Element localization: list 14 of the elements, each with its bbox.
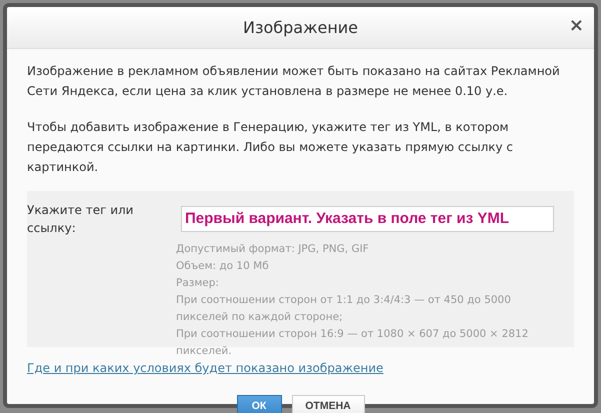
- cancel-button[interactable]: ОТМЕНА: [292, 395, 364, 413]
- hint-text: Объем: до 10 Мб: [176, 259, 270, 274]
- hint-text: Размер:: [176, 276, 220, 291]
- field-label: Укажите тег или ссылку:: [27, 202, 134, 237]
- input-field[interactable]: Первый вариант. Указать в поле тег из YML: [181, 206, 554, 232]
- ok-button[interactable]: ОК: [236, 395, 282, 413]
- close-button[interactable]: ×: [568, 17, 584, 35]
- hint-text: При соотношении сторон 16:9 — от 1080 × 607 до 5000 × 2812 пикселей.: [176, 327, 530, 359]
- paragraph: Чтобы добавить изображение в Генерацию, укажите тег из YML, в котором передаются ссылки на картинки. Либо вы можете указать прямую ссылку с картинкой.: [27, 119, 514, 176]
- hint-text: При соотношении сторон от 1:1 до 3:4/4:3 — от 450 до 5000 пикселей по каждой стороне;: [176, 293, 512, 325]
- paragraph: Изображение в рекламном объявлении может быть показано на сайтах Рекламной Сети Яндекса, если цена за клик установлена в размере не менее 0.10 у.е.: [27, 63, 561, 100]
- hint-text: Допустимый формат: JPG, PNG, GIF: [176, 242, 370, 257]
- dialog-title: Изображение: [242, 16, 358, 38]
- help-link[interactable]: Где и при каких условиях будет показано изображение: [27, 359, 574, 377]
